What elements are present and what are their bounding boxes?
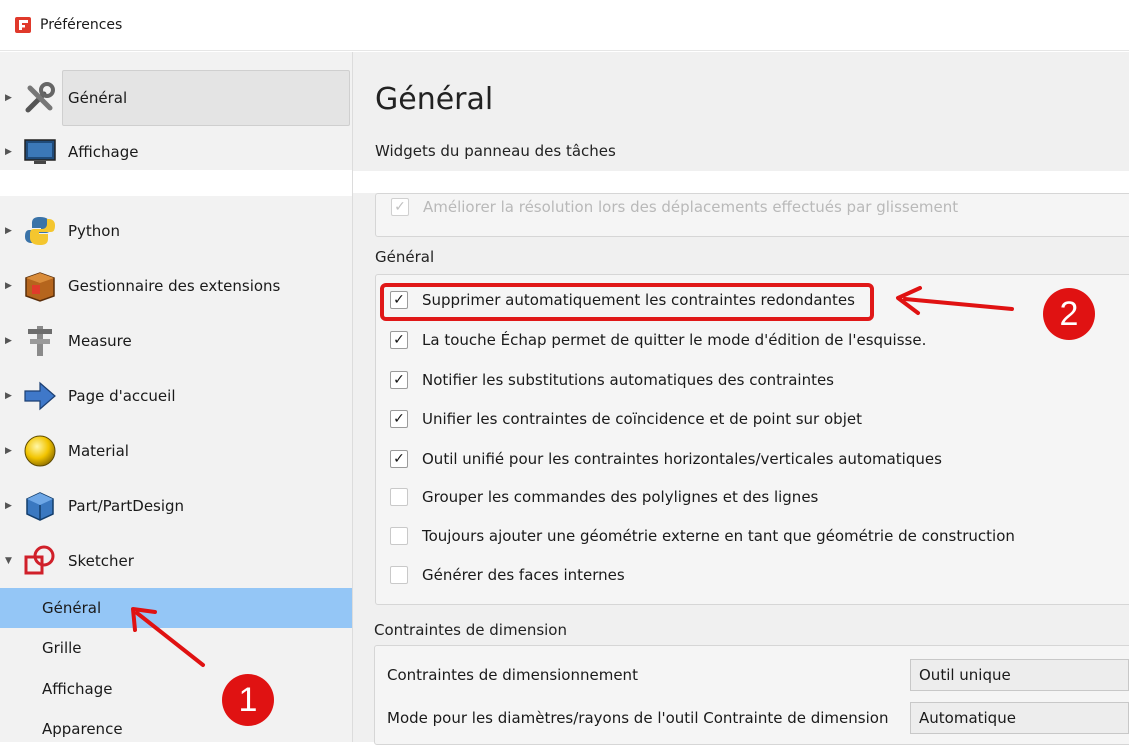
freecad-icon	[14, 16, 32, 34]
tree-item-label: Général	[68, 89, 128, 107]
checkbox[interactable]: ✓	[391, 198, 409, 216]
sketcher-subitem-appearance[interactable]: Apparence	[0, 709, 352, 749]
tree-item-python[interactable]: ▶ Python	[0, 207, 352, 255]
package-icon	[22, 268, 58, 304]
checkbox[interactable]	[390, 488, 408, 506]
option-unify-coincident[interactable]: ✓ Unifier les contraintes de coïncidence…	[390, 406, 862, 432]
expand-arrow-icon[interactable]: ▶	[5, 281, 12, 291]
tree-item-label: Material	[68, 442, 129, 460]
option-label: Grouper les commandes des polylignes et …	[422, 488, 819, 506]
option-external-geometry[interactable]: Toujours ajouter une géométrie externe e…	[390, 523, 1015, 549]
option-label: Outil unifié pour les contraintes horizo…	[422, 450, 942, 468]
tree-item-label: Sketcher	[68, 552, 134, 570]
option-escape-leaves-edit[interactable]: ✓ La touche Échap permet de quitter le m…	[390, 327, 926, 353]
python-icon	[22, 213, 58, 249]
sketcher-icon	[22, 543, 58, 579]
sketcher-subitem-grid[interactable]: Grille	[0, 628, 352, 668]
arrow-right-icon	[22, 378, 58, 414]
caliper-icon	[22, 323, 58, 359]
tree-item-label: Affichage	[68, 143, 139, 161]
monitor-icon	[22, 134, 58, 170]
checkbox[interactable]	[390, 527, 408, 545]
option-label: Améliorer la résolution lors des déplace…	[423, 198, 959, 216]
tools-icon	[22, 80, 58, 116]
section-label-dimension: Contraintes de dimension	[374, 621, 567, 639]
tree-item-label: Part/PartDesign	[68, 497, 185, 515]
option-internal-faces[interactable]: Générer des faces internes	[390, 562, 625, 588]
tree-item-sketcher[interactable]: ▼ Sketcher	[0, 537, 352, 585]
expand-arrow-icon[interactable]: ▶	[5, 147, 12, 157]
page-title: Général	[375, 82, 494, 117]
option-label: Générer des faces internes	[422, 566, 625, 584]
option-unified-hv-tool[interactable]: ✓ Outil unifié pour les contraintes hori…	[390, 446, 942, 472]
checkbox[interactable]: ✓	[390, 410, 408, 428]
subitem-label: Affichage	[42, 680, 113, 698]
combo-value: Outil unique	[919, 666, 1011, 684]
preferences-tree: ▶ Général ▶ Affichage ▶ Python ▶ Gestion…	[0, 52, 352, 742]
tree-item-partdesign[interactable]: ▶ Part/PartDesign	[0, 482, 352, 530]
title-bar: Préférences	[0, 0, 1129, 51]
annotation-badge-2: 2	[1043, 288, 1095, 340]
checkbox[interactable]: ✓	[390, 331, 408, 349]
dimension-tool-combo[interactable]: Outil unique	[910, 659, 1129, 691]
dimension-row-label: Contraintes de dimensionnement	[387, 666, 638, 684]
option-faded-row[interactable]: ✓ Améliorer la résolution lors des dépla…	[391, 194, 958, 220]
tree-item-measure[interactable]: ▶ Measure	[0, 317, 352, 365]
option-label: Unifier les contraintes de coïncidence e…	[422, 410, 862, 428]
expand-arrow-icon[interactable]: ▶	[5, 501, 12, 511]
tree-item-label: Python	[68, 222, 120, 240]
expand-arrow-icon[interactable]: ▶	[5, 391, 12, 401]
checkbox[interactable]: ✓	[390, 450, 408, 468]
section-label-general: Général	[375, 248, 435, 266]
sphere-icon	[22, 433, 58, 469]
expand-arrow-icon[interactable]: ▶	[5, 336, 12, 346]
option-group-polyline[interactable]: Grouper les commandes des polylignes et …	[390, 484, 818, 510]
option-label: Toujours ajouter une géométrie externe e…	[422, 527, 1015, 545]
sketcher-subitem-display[interactable]: Affichage	[0, 669, 352, 709]
sketcher-subitem-general[interactable]: Général	[0, 588, 352, 628]
panel-spacer	[353, 171, 1129, 193]
checkbox[interactable]: ✓	[390, 371, 408, 389]
option-label: La touche Échap permet de quitter le mod…	[422, 331, 927, 349]
cube-icon	[22, 488, 58, 524]
collapse-arrow-icon[interactable]: ▼	[5, 556, 12, 566]
tree-item-start-page[interactable]: ▶ Page d'accueil	[0, 372, 352, 420]
option-notify-substitutions[interactable]: ✓ Notifier les substitutions automatique…	[390, 367, 834, 393]
annotation-badge-1: 1	[222, 674, 274, 726]
combo-value: Automatique	[919, 709, 1016, 727]
diameter-radius-mode-combo[interactable]: Automatique	[910, 702, 1129, 734]
option-label: Notifier les substitutions automatiques …	[422, 371, 835, 389]
tree-item-addon-manager[interactable]: ▶ Gestionnaire des extensions	[0, 262, 352, 310]
tree-item-material[interactable]: ▶ Material	[0, 427, 352, 475]
expand-arrow-icon[interactable]: ▶	[5, 446, 12, 456]
highlight-annotation	[380, 283, 874, 321]
expand-arrow-icon[interactable]: ▶	[5, 93, 12, 103]
tree-item-label: Measure	[68, 332, 132, 350]
section-label-task-widgets: Widgets du panneau des tâches	[375, 142, 616, 160]
tree-item-display[interactable]: ▶ Affichage	[0, 128, 352, 176]
window-title: Préférences	[40, 17, 123, 33]
checkbox[interactable]	[390, 566, 408, 584]
general-options-group	[375, 274, 1129, 605]
expand-arrow-icon[interactable]: ▶	[5, 226, 12, 236]
dimension-row-label: Mode pour les diamètres/rayons de l'outi…	[387, 709, 889, 727]
subitem-label: Apparence	[42, 720, 123, 738]
subitem-label: Grille	[42, 639, 82, 657]
tree-item-label: Gestionnaire des extensions	[68, 277, 281, 295]
tree-item-general[interactable]: ▶ Général	[0, 74, 352, 122]
tree-item-label: Page d'accueil	[68, 387, 176, 405]
subitem-label: Général	[42, 599, 102, 617]
